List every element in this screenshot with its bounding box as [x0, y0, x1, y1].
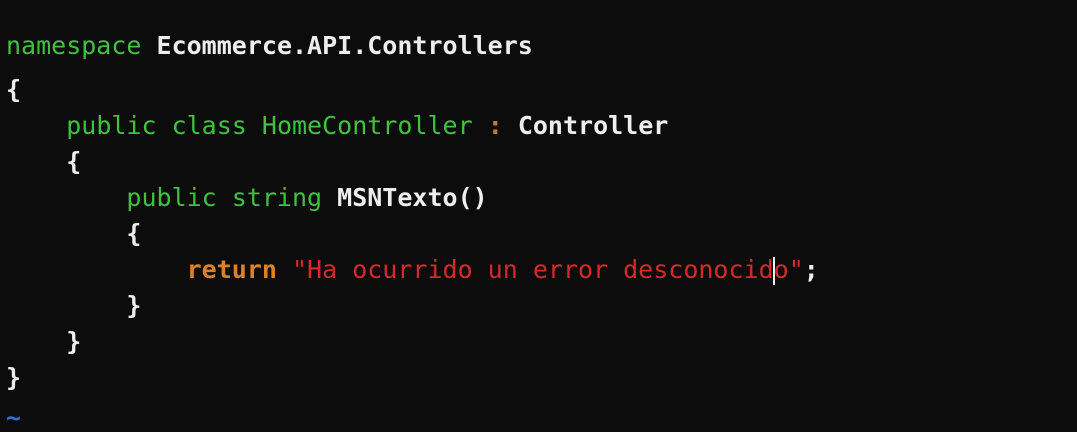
- semicolon: ;: [803, 255, 819, 284]
- inheritance-colon: :: [487, 111, 503, 140]
- code-line-4: {: [6, 144, 81, 180]
- code-line-6: {: [6, 216, 141, 252]
- code-line-11: ~: [6, 400, 21, 432]
- code-line-8: }: [6, 288, 141, 324]
- code-editor[interactable]: namespace Ecommerce.API.Controllers { pu…: [0, 0, 1077, 432]
- code-line-9: }: [6, 324, 81, 360]
- method-name: MSNTexto(): [337, 183, 488, 212]
- string-literal-start: "Ha ocurrido un error desconocid: [292, 255, 774, 284]
- namespace-keyword: namespace: [6, 31, 142, 60]
- close-brace: }: [66, 327, 82, 356]
- string-literal-end: o": [773, 255, 804, 284]
- code-line-5: public string MSNTexto(): [6, 180, 488, 216]
- close-brace: }: [6, 363, 22, 392]
- class-modifiers: public class: [66, 111, 247, 140]
- class-name: HomeController: [261, 111, 473, 140]
- base-class-name: Controller: [517, 111, 669, 140]
- empty-line-marker: ~: [6, 403, 22, 432]
- method-modifiers: public string: [126, 183, 323, 212]
- code-line-10: }: [6, 360, 21, 396]
- code-line-7[interactable]: return "Ha ocurrido un error desconocido…: [6, 252, 819, 288]
- code-line-3: public class HomeController : Controller: [6, 108, 668, 144]
- return-keyword: return: [186, 255, 277, 284]
- code-line-2: {: [6, 72, 21, 108]
- open-brace: {: [66, 147, 82, 176]
- close-brace: }: [126, 291, 142, 320]
- code-line-1: namespace Ecommerce.API.Controllers: [6, 28, 533, 64]
- open-brace: {: [126, 219, 142, 248]
- namespace-name: Ecommerce.API.Controllers: [156, 31, 533, 60]
- open-brace: {: [6, 75, 22, 104]
